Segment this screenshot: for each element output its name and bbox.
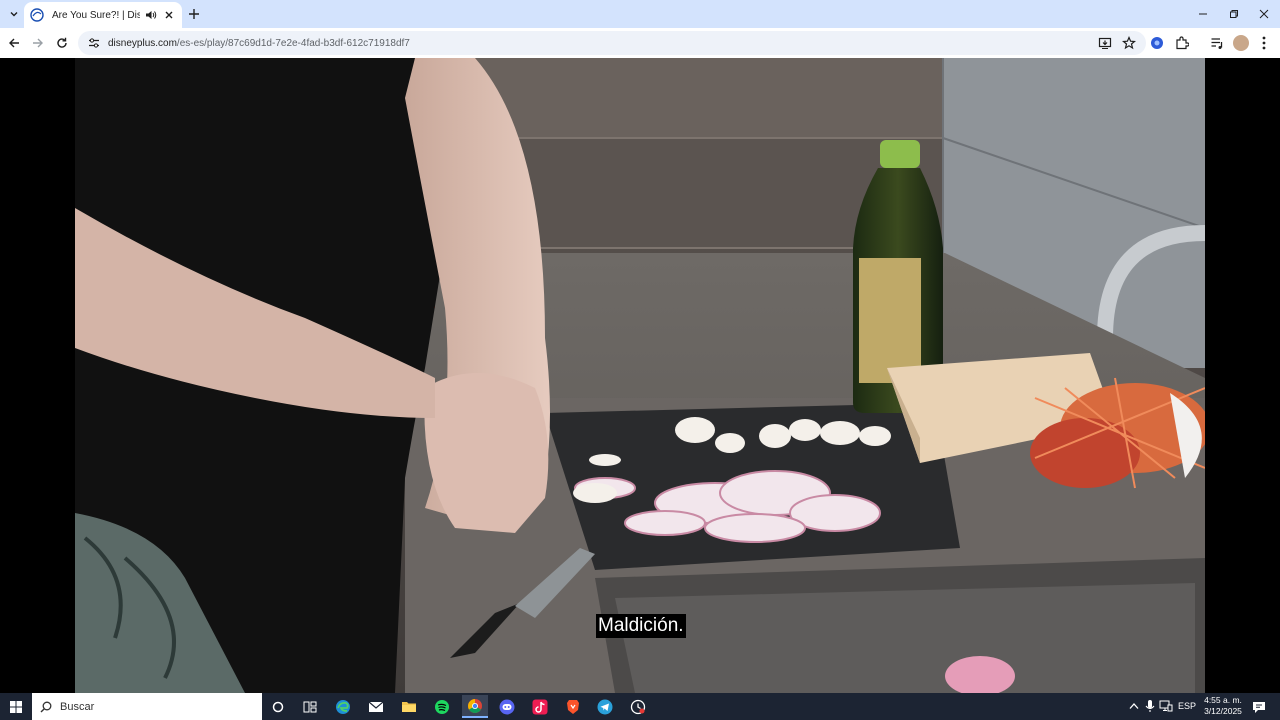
cortana-button[interactable]: [265, 695, 291, 718]
search-placeholder: Buscar: [60, 700, 95, 713]
url-domain: disneyplus.com: [108, 37, 177, 49]
address-bar[interactable]: disneyplus.com/es-es/play/87c69d1d-7e2e-…: [78, 31, 1146, 55]
speaker-icon[interactable]: [144, 8, 158, 22]
language-indicator[interactable]: ESP: [1178, 701, 1196, 711]
forward-button[interactable]: [28, 33, 48, 53]
folder-icon: [402, 702, 416, 712]
tab-search-button[interactable]: [4, 4, 24, 24]
site-info-icon[interactable]: [86, 35, 102, 51]
back-button[interactable]: [4, 33, 24, 53]
new-tab-button[interactable]: [186, 6, 202, 22]
brave-lion-icon: [567, 699, 579, 714]
restore-icon: [1230, 10, 1238, 18]
clock-app[interactable]: [625, 695, 651, 718]
reload-button[interactable]: [52, 33, 72, 53]
edge-app[interactable]: [330, 695, 356, 718]
clock-icon: [630, 699, 646, 714]
search-icon: [40, 701, 52, 712]
notification-icon: [1253, 701, 1265, 713]
clock-date: 3/12/2025: [1204, 706, 1242, 716]
close-tab-icon[interactable]: [162, 8, 176, 22]
taskbar: Buscar ESP 4:55 a. m. 3/12/2025: [0, 693, 1280, 720]
disney-plus-favicon: [30, 8, 44, 22]
arrow-left-icon: [9, 38, 19, 48]
restore-button[interactable]: [1224, 4, 1244, 24]
network-icon[interactable]: [1158, 698, 1174, 714]
brave-app[interactable]: [560, 695, 586, 718]
plus-icon: [189, 9, 199, 19]
chrome-icon: [468, 698, 482, 713]
avatar: [1233, 35, 1249, 51]
taskbar-search[interactable]: Buscar: [32, 693, 262, 720]
tiktok-icon: [532, 699, 548, 714]
arrow-right-icon: [33, 38, 43, 48]
tiktok-app[interactable]: [527, 695, 553, 718]
chrome-app[interactable]: [462, 695, 488, 718]
clock-time: 4:55 a. m.: [1204, 695, 1242, 705]
discord-icon: [499, 699, 515, 714]
microphone-icon[interactable]: [1142, 698, 1158, 714]
install-app-icon[interactable]: [1096, 34, 1114, 52]
tab-strip: Are You Sure?! | Disney+: [0, 0, 1280, 28]
cortana-icon: [272, 701, 284, 712]
notification-center-button[interactable]: [1250, 698, 1268, 716]
minimize-button[interactable]: [1193, 4, 1213, 24]
browser-tab[interactable]: Are You Sure?! | Disney+: [24, 2, 182, 28]
video-frame: [75, 58, 1205, 693]
minimize-icon: [1199, 13, 1207, 15]
browser-toolbar: disneyplus.com/es-es/play/87c69d1d-7e2e-…: [0, 28, 1280, 58]
url-text: disneyplus.com/es-es/play/87c69d1d-7e2e-…: [108, 38, 1090, 49]
task-view-icon: [303, 701, 317, 712]
chevron-up-icon: [1129, 703, 1139, 709]
subtitle-text: Maldición.: [596, 614, 686, 638]
url-path: /es-es/play/87c69d1d-7e2e-4fad-b3df-612c…: [176, 37, 410, 49]
show-hidden-icons-button[interactable]: [1126, 698, 1142, 714]
bookmark-star-icon[interactable]: [1120, 34, 1138, 52]
system-clock[interactable]: 4:55 a. m. 3/12/2025: [1203, 695, 1243, 717]
mail-app[interactable]: [363, 695, 389, 718]
close-window-button[interactable]: [1254, 4, 1274, 24]
file-explorer-app[interactable]: [396, 695, 422, 718]
profile-avatar[interactable]: [1231, 33, 1251, 53]
telegram-app[interactable]: [592, 695, 618, 718]
discord-app[interactable]: [494, 695, 520, 718]
windows-logo-icon: [10, 700, 22, 713]
spotify-icon: [435, 699, 449, 714]
tab-title: Are You Sure?! | Disney+: [52, 9, 140, 21]
cooking-scene-image: [75, 58, 1205, 693]
telegram-icon: [597, 699, 613, 714]
spotify-app[interactable]: [429, 695, 455, 718]
video-player[interactable]: Maldición.: [0, 58, 1280, 693]
mail-icon: [368, 701, 384, 712]
task-view-button[interactable]: [297, 695, 323, 718]
extensions-puzzle-icon[interactable]: [1172, 33, 1192, 53]
start-button[interactable]: [0, 693, 32, 720]
close-icon: [1259, 9, 1269, 19]
media-controls-icon[interactable]: [1207, 33, 1227, 53]
edge-icon: [336, 699, 350, 714]
chevron-down-icon: [10, 12, 18, 17]
extension-blue-icon[interactable]: [1147, 33, 1167, 53]
chrome-menu-icon[interactable]: [1254, 33, 1274, 53]
reload-icon: [57, 37, 67, 48]
